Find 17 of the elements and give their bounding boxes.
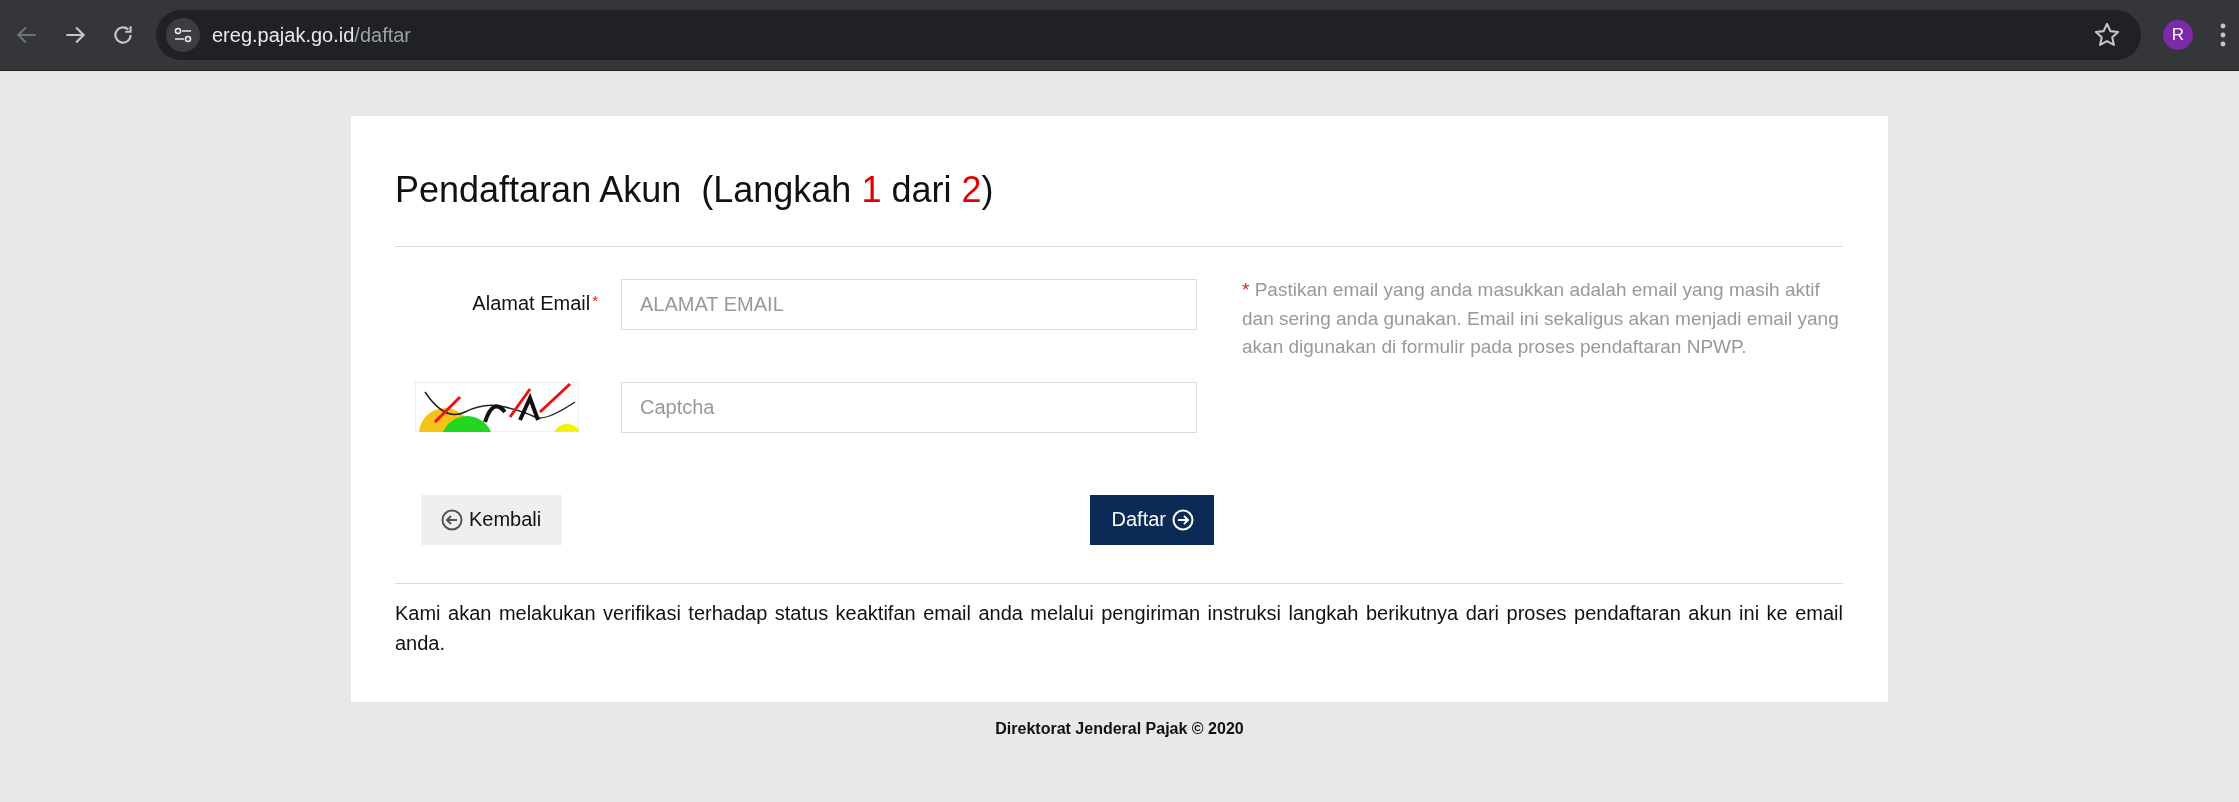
arrow-left-circle-icon — [441, 508, 463, 531]
email-input[interactable]: ALAMAT EMAIL — [621, 279, 1197, 330]
email-label: Alamat Email* — [472, 292, 598, 315]
arrow-right-circle-icon — [1172, 508, 1194, 531]
footer-copyright: Direktorat Jenderal Pajak © 2020 — [995, 719, 1244, 738]
menu-icon[interactable] — [2219, 22, 2227, 48]
site-settings-icon[interactable] — [166, 18, 200, 52]
page-title: Pendaftaran Akun (Langkah 1 dari 2) — [395, 168, 995, 212]
verification-note: Kami akan melakukan verifikasi terhadap status keaktifan email anda melalui pengiriman instruksi langkah berikutnya dari proses pendaftaran akun ini ke email anda. — [395, 600, 1843, 656]
profile-avatar[interactable]: R — [2163, 20, 2193, 50]
url-text[interactable]: ereg.pajak.go.id/daftar — [212, 23, 2093, 47]
bookmark-star-icon[interactable] — [2093, 21, 2121, 49]
email-help-text: * Pastikan email yang anda masukkan adalah email yang masih aktif dan sering anda gunakan. Email ini sekaligus akan menjadi email yang akan digunakan di formulir pada proses pendaftaran NPWP. — [1242, 278, 1840, 359]
captcha-input[interactable]: Captcha — [621, 381, 1197, 433]
back-button[interactable]: Kembali — [421, 494, 563, 545]
register-button[interactable]: Daftar — [1089, 494, 1214, 545]
address-bar[interactable]: ereg.pajak.go.id/daftar — [156, 10, 2141, 60]
